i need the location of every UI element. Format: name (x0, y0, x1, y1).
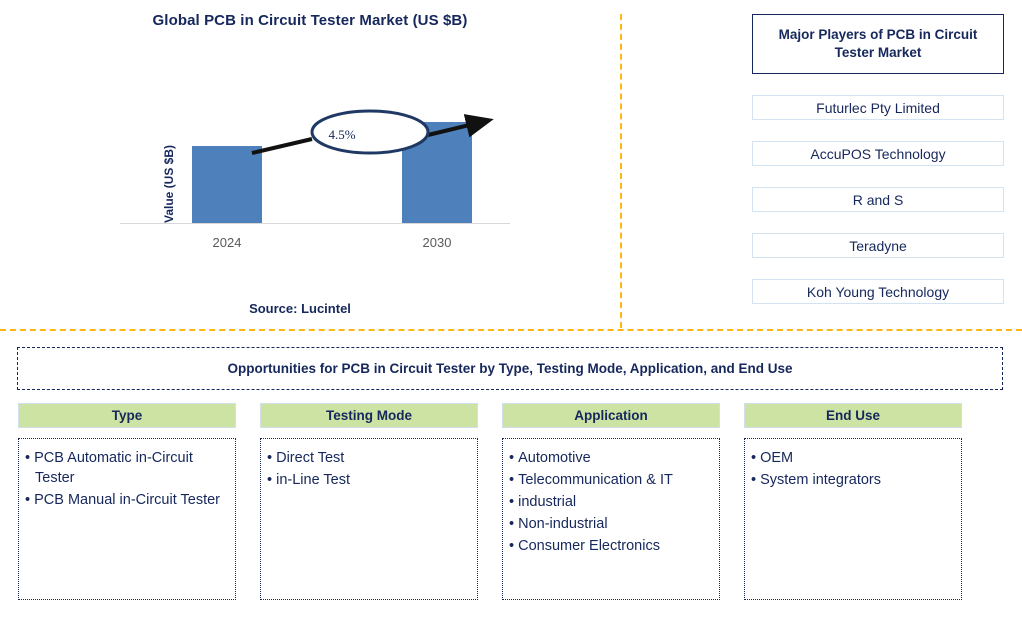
vertical-divider (620, 14, 622, 328)
opportunity-column-end-use: End Use OEM System integrators (744, 403, 962, 603)
opportunity-column-testing-mode: Testing Mode Direct Test in-Line Test (260, 403, 478, 603)
player-name: Teradyne (849, 237, 907, 254)
major-players-panel: Major Players of PCB in Circuit Tester M… (752, 14, 1004, 304)
player-item: R and S (752, 187, 1004, 212)
x-tick-label-2024: 2024 (212, 235, 242, 250)
list-item: OEM (751, 448, 955, 468)
list-item: System integrators (751, 470, 955, 490)
list-item: Automotive (509, 448, 713, 468)
list-item: PCB Manual in-Circuit Tester (25, 490, 229, 510)
bullet-list-end-use: OEM System integrators (751, 448, 955, 490)
bullet-list-testing-mode: Direct Test in-Line Test (267, 448, 471, 490)
infographic-root: Global PCB in Circuit Tester Market (US … (0, 0, 1022, 617)
column-header-end-use: End Use (744, 403, 962, 428)
player-item: Futurlec Pty Limited (752, 95, 1004, 120)
bullet-list-type: PCB Automatic in-Circuit Tester PCB Manu… (25, 448, 229, 510)
opportunities-banner: Opportunities for PCB in Circuit Tester … (17, 347, 1003, 390)
opportunities-columns: Type PCB Automatic in-Circuit Tester PCB… (18, 403, 1004, 603)
cagr-value-label: 4.5% (328, 127, 356, 142)
list-item: Direct Test (267, 448, 471, 468)
player-name: Futurlec Pty Limited (816, 99, 940, 116)
horizontal-divider (0, 329, 1022, 331)
player-name: R and S (852, 191, 904, 208)
chart-panel: Global PCB in Circuit Tester Market (US … (0, 0, 620, 330)
list-item: Non-industrial (509, 514, 713, 534)
source-label: Source: Lucintel (249, 301, 351, 316)
player-name: AccuPOS Technology (810, 145, 946, 162)
player-item: Koh Young Technology (752, 279, 1004, 304)
player-item: AccuPOS Technology (752, 141, 1004, 166)
column-body-application: Automotive Telecommunication & IT indust… (502, 438, 720, 600)
opportunity-column-application: Application Automotive Telecommunication… (502, 403, 720, 603)
column-header-type: Type (18, 403, 236, 428)
opportunity-column-type: Type PCB Automatic in-Circuit Tester PCB… (18, 403, 236, 603)
x-axis-line (120, 223, 510, 224)
column-body-end-use: OEM System integrators (744, 438, 962, 600)
list-item: PCB Automatic in-Circuit Tester (25, 448, 229, 488)
bullet-list-application: Automotive Telecommunication & IT indust… (509, 448, 713, 556)
column-body-type: PCB Automatic in-Circuit Tester PCB Manu… (18, 438, 236, 600)
list-item: in-Line Test (267, 470, 471, 490)
list-item: Telecommunication & IT (509, 470, 713, 490)
chart-title: Global PCB in Circuit Tester Market (US … (152, 12, 468, 29)
y-axis-label: Value (US $B) (108, 0, 176, 223)
major-players-header: Major Players of PCB in Circuit Tester M… (752, 14, 1004, 74)
player-name: Koh Young Technology (806, 283, 950, 300)
column-header-application: Application (502, 403, 720, 428)
column-body-testing-mode: Direct Test in-Line Test (260, 438, 478, 600)
bar-chart-plot-area: Value (US $B) 2024 2030 (110, 95, 510, 250)
player-item: Teradyne (752, 233, 1004, 258)
x-tick-label-2030: 2030 (422, 235, 452, 250)
cagr-arrow-right (427, 114, 494, 138)
list-item: industrial (509, 492, 713, 512)
list-item: Consumer Electronics (509, 536, 713, 556)
column-header-testing-mode: Testing Mode (260, 403, 478, 428)
y-axis-label-text: Value (US $B) (162, 144, 176, 223)
